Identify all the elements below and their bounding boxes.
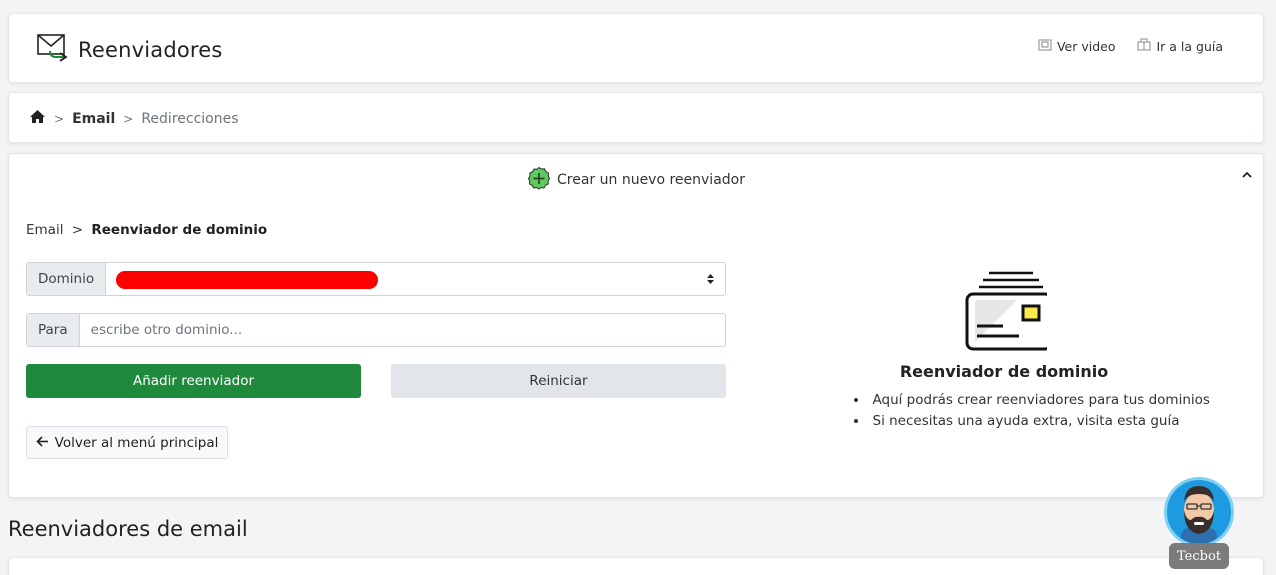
para-label: Para <box>27 314 80 346</box>
section-title: Reenviadores de email <box>8 517 248 541</box>
page-header: Reenviadores Ver video Ir a la guía <box>8 13 1264 83</box>
mail-card-icon <box>957 270 1053 356</box>
arrow-left-icon <box>36 435 49 451</box>
info-item: Aquí podrás crear reenviadores para tus … <box>854 390 1254 411</box>
plus-circle-icon <box>527 166 551 194</box>
header-title-wrap: Reenviadores <box>36 31 223 69</box>
tecbot-avatar <box>1164 477 1234 547</box>
chevron-up-icon[interactable] <box>1241 166 1253 185</box>
domain-select[interactable] <box>106 263 725 295</box>
panel-heading[interactable]: Crear un nuevo reenviador <box>9 166 1263 194</box>
page-title: Reenviadores <box>78 38 223 62</box>
select-arrows-icon <box>706 272 715 290</box>
domain-select-group: Dominio <box>26 262 726 296</box>
breadcrumb-email[interactable]: Email <box>72 111 115 127</box>
mail-forward-icon <box>36 31 70 69</box>
info-list: Aquí podrás crear reenviadores para tus … <box>854 390 1254 432</box>
video-icon <box>1038 38 1052 54</box>
redacted-domain-value <box>116 271 379 289</box>
home-icon[interactable] <box>29 109 46 128</box>
form-breadcrumb-email: Email <box>26 222 64 238</box>
forwarders-list-card <box>8 557 1264 575</box>
tecbot-label: Tecbot <box>1169 543 1229 569</box>
panel-heading-label: Crear un nuevo reenviador <box>557 172 745 188</box>
info-title: Reenviador de dominio <box>899 362 1109 381</box>
breadcrumb-trail: > Email > Redirecciones <box>29 109 239 128</box>
breadcrumb-separator: > <box>123 111 134 126</box>
create-forwarder-panel: Crear un nuevo reenviador Email > Reenvi… <box>8 153 1264 498</box>
video-link[interactable]: Ver video <box>1038 38 1116 54</box>
guide-link[interactable]: Ir a la guía <box>1137 38 1223 54</box>
header-links: Ver video Ir a la guía <box>1038 38 1223 54</box>
guide-icon <box>1137 38 1151 54</box>
add-forwarder-button[interactable]: Añadir reenviador <box>26 364 361 398</box>
breadcrumb-current: Redirecciones <box>141 110 239 127</box>
form-breadcrumb-current: Reenviador de dominio <box>91 222 268 238</box>
video-link-label: Ver video <box>1056 38 1116 54</box>
para-field-wrap <box>80 314 725 346</box>
back-button-label: Volver al menú principal <box>54 434 219 451</box>
back-to-menu-button[interactable]: Volver al menú principal <box>26 426 228 459</box>
para-input-group: Para <box>26 313 726 347</box>
info-item: Si necesitas una ayuda extra, visita est… <box>854 411 1254 432</box>
breadcrumb: > Email > Redirecciones <box>8 92 1264 143</box>
breadcrumb-separator: > <box>54 111 65 126</box>
form-breadcrumb: Email > Reenviador de dominio <box>26 222 267 238</box>
domain-label: Dominio <box>27 263 107 295</box>
para-input[interactable] <box>90 322 714 338</box>
tecbot-chat-button[interactable]: Tecbot <box>1164 477 1236 569</box>
reset-button[interactable]: Reiniciar <box>391 364 726 398</box>
form-breadcrumb-separator: > <box>71 222 84 238</box>
guide-link-label: Ir a la guía <box>1156 38 1223 54</box>
